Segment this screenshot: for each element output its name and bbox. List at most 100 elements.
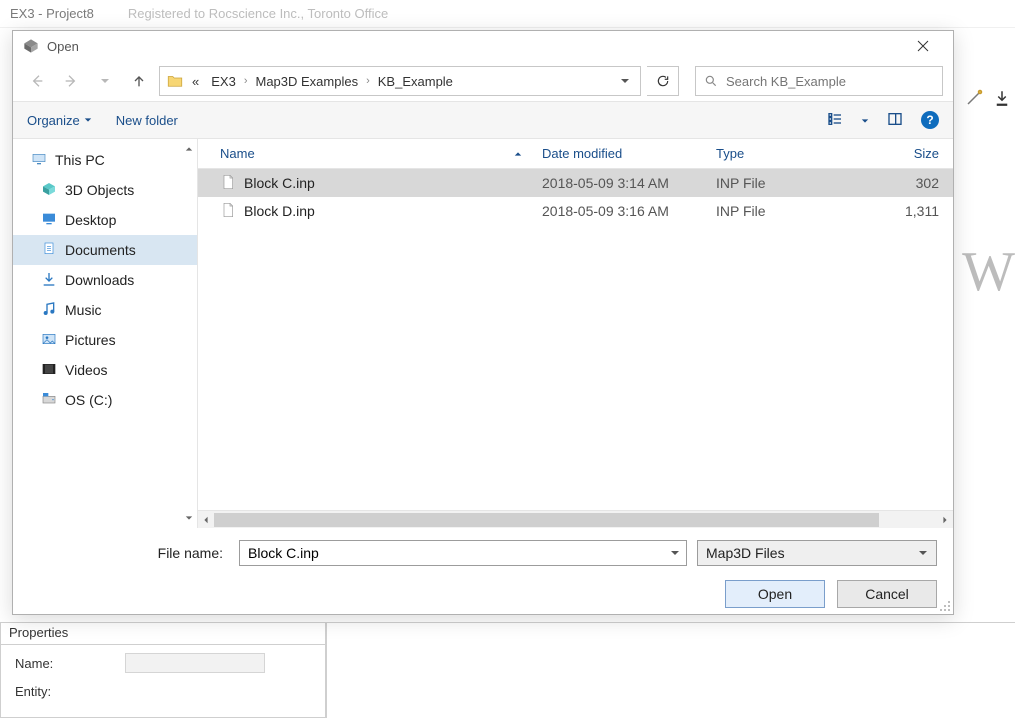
organize-button[interactable]: Organize [27,113,92,128]
view-dropdown[interactable] [861,113,869,128]
documents-icon [41,241,57,260]
properties-header: Properties [1,623,325,645]
cube-icon [41,181,57,200]
tree-item-label: OS (C:) [65,392,112,408]
drive-icon [41,391,57,410]
tree-item-music[interactable]: Music [13,295,197,325]
tree-item-this-pc[interactable]: This PC [13,145,197,175]
tree-item-label: This PC [55,152,105,168]
bg-letter: W [962,240,1015,304]
pictures-icon [41,331,57,350]
properties-entity-label: Entity: [15,684,125,699]
tree-scroll-up[interactable] [181,141,197,157]
open-button[interactable]: Open [725,580,825,608]
tree-item-videos[interactable]: Videos [13,355,197,385]
open-dialog: Open « EX3 › Map3D Examples › KB_Example [12,30,954,615]
file-date: 2018-05-09 3:16 AM [542,203,716,219]
tree-item-downloads[interactable]: Downloads [13,265,197,295]
tree-item-3d-objects[interactable]: 3D Objects [13,175,197,205]
file-icon [220,174,236,193]
address-bar[interactable]: « EX3 › Map3D Examples › KB_Example [159,66,641,96]
recent-dropdown[interactable] [91,67,119,95]
col-type[interactable]: Type [716,146,866,161]
filename-combo[interactable] [239,540,687,566]
horizontal-scrollbar[interactable] [198,510,953,528]
list-header: Name Date modified Type Size [198,139,953,169]
wand-icon[interactable] [965,89,983,107]
file-name: Block C.inp [244,175,315,191]
chevron-down-icon [84,116,92,124]
forward-button[interactable] [57,67,85,95]
breadcrumb-0[interactable]: EX3 [207,74,240,89]
search-icon [704,74,718,88]
filetype-filter[interactable]: Map3D Files [697,540,937,566]
tree-item-os-c-[interactable]: OS (C:) [13,385,197,415]
preview-pane-button[interactable] [887,111,903,130]
file-list: Name Date modified Type Size Block C.inp… [198,139,953,528]
breadcrumb-2[interactable]: KB_Example [374,74,457,89]
cancel-button[interactable]: Cancel [837,580,937,608]
file-name: Block D.inp [244,203,315,219]
filename-dropdown[interactable] [670,545,680,561]
file-type: INP File [716,175,866,191]
filter-dropdown-icon [918,545,928,561]
tree-item-pictures[interactable]: Pictures [13,325,197,355]
toolbar: Organize New folder ? [13,101,953,139]
tree-item-label: Videos [65,362,108,378]
file-row[interactable]: Block C.inp 2018-05-09 3:14 AMINP File302 [198,169,953,197]
file-size: 1,311 [866,203,953,219]
file-type: INP File [716,203,866,219]
back-button[interactable] [23,67,51,95]
pc-icon [31,151,47,170]
tree-item-documents[interactable]: Documents [13,235,197,265]
dialog-titlebar: Open [13,31,953,61]
music-icon [41,301,57,320]
tree-item-label: Music [65,302,102,318]
close-button[interactable] [903,32,943,60]
properties-name-label: Name: [15,656,125,671]
up-button[interactable] [125,67,153,95]
scroll-thumb[interactable] [214,513,879,527]
help-button[interactable]: ? [921,111,939,129]
col-date[interactable]: Date modified [542,146,716,161]
search-input[interactable] [724,73,934,90]
resize-grip[interactable] [937,598,951,612]
tree-item-label: Pictures [65,332,116,348]
scroll-right[interactable] [937,512,953,528]
chevron-right-icon: › [244,75,248,87]
filename-input[interactable] [246,544,670,562]
file-date: 2018-05-09 3:14 AM [542,175,716,191]
breadcrumb-1[interactable]: Map3D Examples [251,74,362,89]
nav-row: « EX3 › Map3D Examples › KB_Example [13,61,953,101]
tree-item-label: Downloads [65,272,134,288]
right-toolbar [959,78,1015,118]
dialog-bottom: File name: Map3D Files Open Cancel [13,528,953,614]
breadcrumb-prefix: « [188,74,203,89]
sort-asc-icon [514,150,522,158]
tree-item-label: 3D Objects [65,182,134,198]
file-size: 302 [866,175,953,191]
refresh-button[interactable] [647,66,679,96]
downloads-icon [41,271,57,290]
new-folder-button[interactable]: New folder [116,113,178,128]
file-row[interactable]: Block D.inp 2018-05-09 3:16 AMINP File1,3… [198,197,953,225]
col-size[interactable]: Size [866,146,953,161]
tree-item-desktop[interactable]: Desktop [13,205,197,235]
download-icon[interactable] [993,89,1011,107]
search-box[interactable] [695,66,943,96]
filename-label: File name: [29,545,229,561]
address-history-dropdown[interactable] [616,74,634,89]
app-icon [23,38,39,54]
tree-item-label: Desktop [65,212,116,228]
tree-scroll-down[interactable] [181,510,197,526]
filter-label: Map3D Files [706,545,785,561]
scroll-left[interactable] [198,512,214,528]
videos-icon [41,361,57,380]
desktop-icon [41,211,57,230]
nav-tree: This PC 3D Objects Desktop Documents Downloa… [13,139,198,528]
divider-vertical [326,622,327,718]
properties-name-input[interactable] [125,653,265,673]
col-name[interactable]: Name [220,146,542,161]
app-title: EX3 - Project8 [10,6,94,21]
view-options-button[interactable] [827,111,843,130]
